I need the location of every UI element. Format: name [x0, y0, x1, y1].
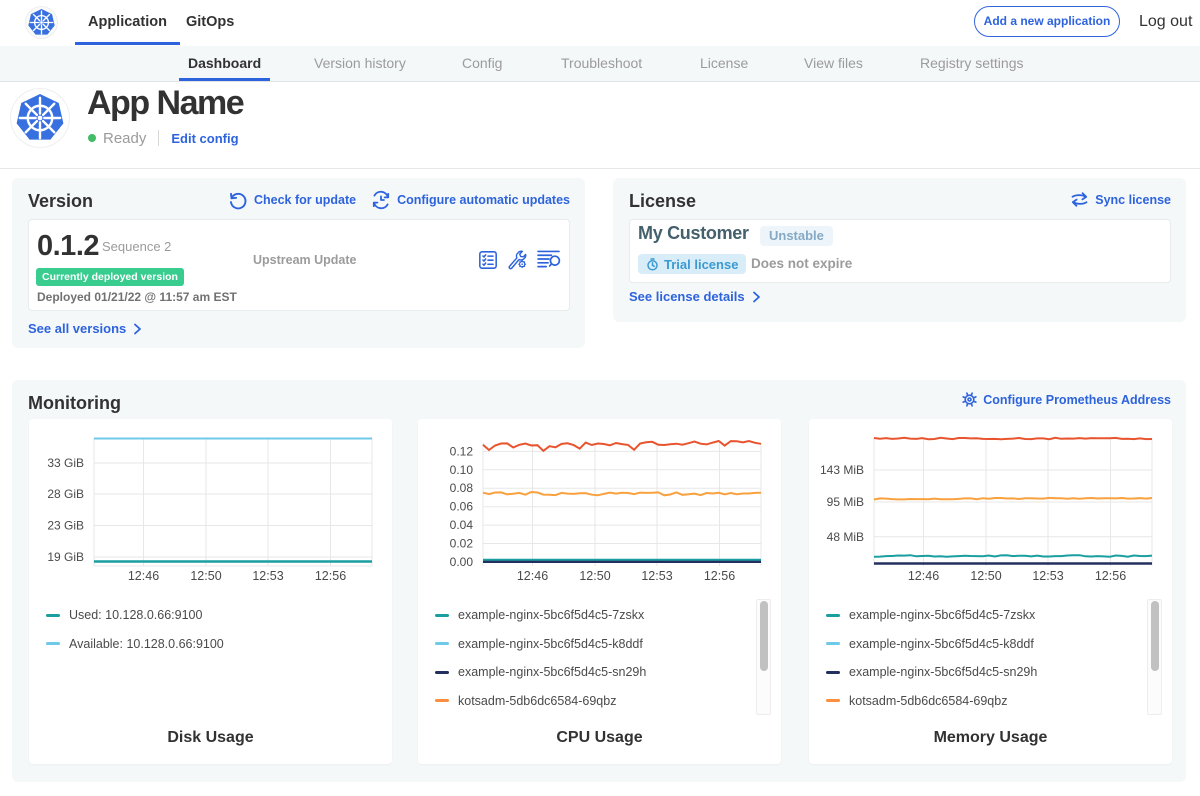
svg-text:0.12: 0.12 — [450, 444, 474, 458]
svg-text:12:53: 12:53 — [1032, 569, 1063, 583]
svg-text:0.04: 0.04 — [450, 518, 474, 532]
svg-text:19 GiB: 19 GiB — [47, 550, 84, 564]
svg-text:0.02: 0.02 — [450, 537, 474, 551]
svg-text:143 MiB: 143 MiB — [820, 463, 864, 477]
svg-text:12:53: 12:53 — [252, 569, 283, 583]
svg-text:12:46: 12:46 — [517, 569, 548, 583]
svg-text:48 MiB: 48 MiB — [827, 530, 864, 544]
svg-text:0.10: 0.10 — [450, 463, 474, 477]
svg-text:95 MiB: 95 MiB — [827, 495, 864, 509]
svg-text:12:53: 12:53 — [641, 569, 672, 583]
svg-text:12:56: 12:56 — [704, 569, 735, 583]
svg-text:0.00: 0.00 — [450, 555, 474, 569]
svg-text:28 GiB: 28 GiB — [47, 487, 84, 501]
svg-text:33 GiB: 33 GiB — [47, 456, 84, 470]
svg-text:0.08: 0.08 — [450, 481, 474, 495]
svg-text:12:56: 12:56 — [1095, 569, 1126, 583]
svg-text:12:46: 12:46 — [908, 569, 939, 583]
svg-text:23 GiB: 23 GiB — [47, 519, 84, 533]
svg-text:12:50: 12:50 — [579, 569, 610, 583]
svg-text:12:50: 12:50 — [190, 569, 221, 583]
svg-text:12:56: 12:56 — [315, 569, 346, 583]
svg-text:12:46: 12:46 — [128, 569, 159, 583]
svg-text:12:50: 12:50 — [970, 569, 1001, 583]
svg-text:0.06: 0.06 — [450, 500, 474, 514]
